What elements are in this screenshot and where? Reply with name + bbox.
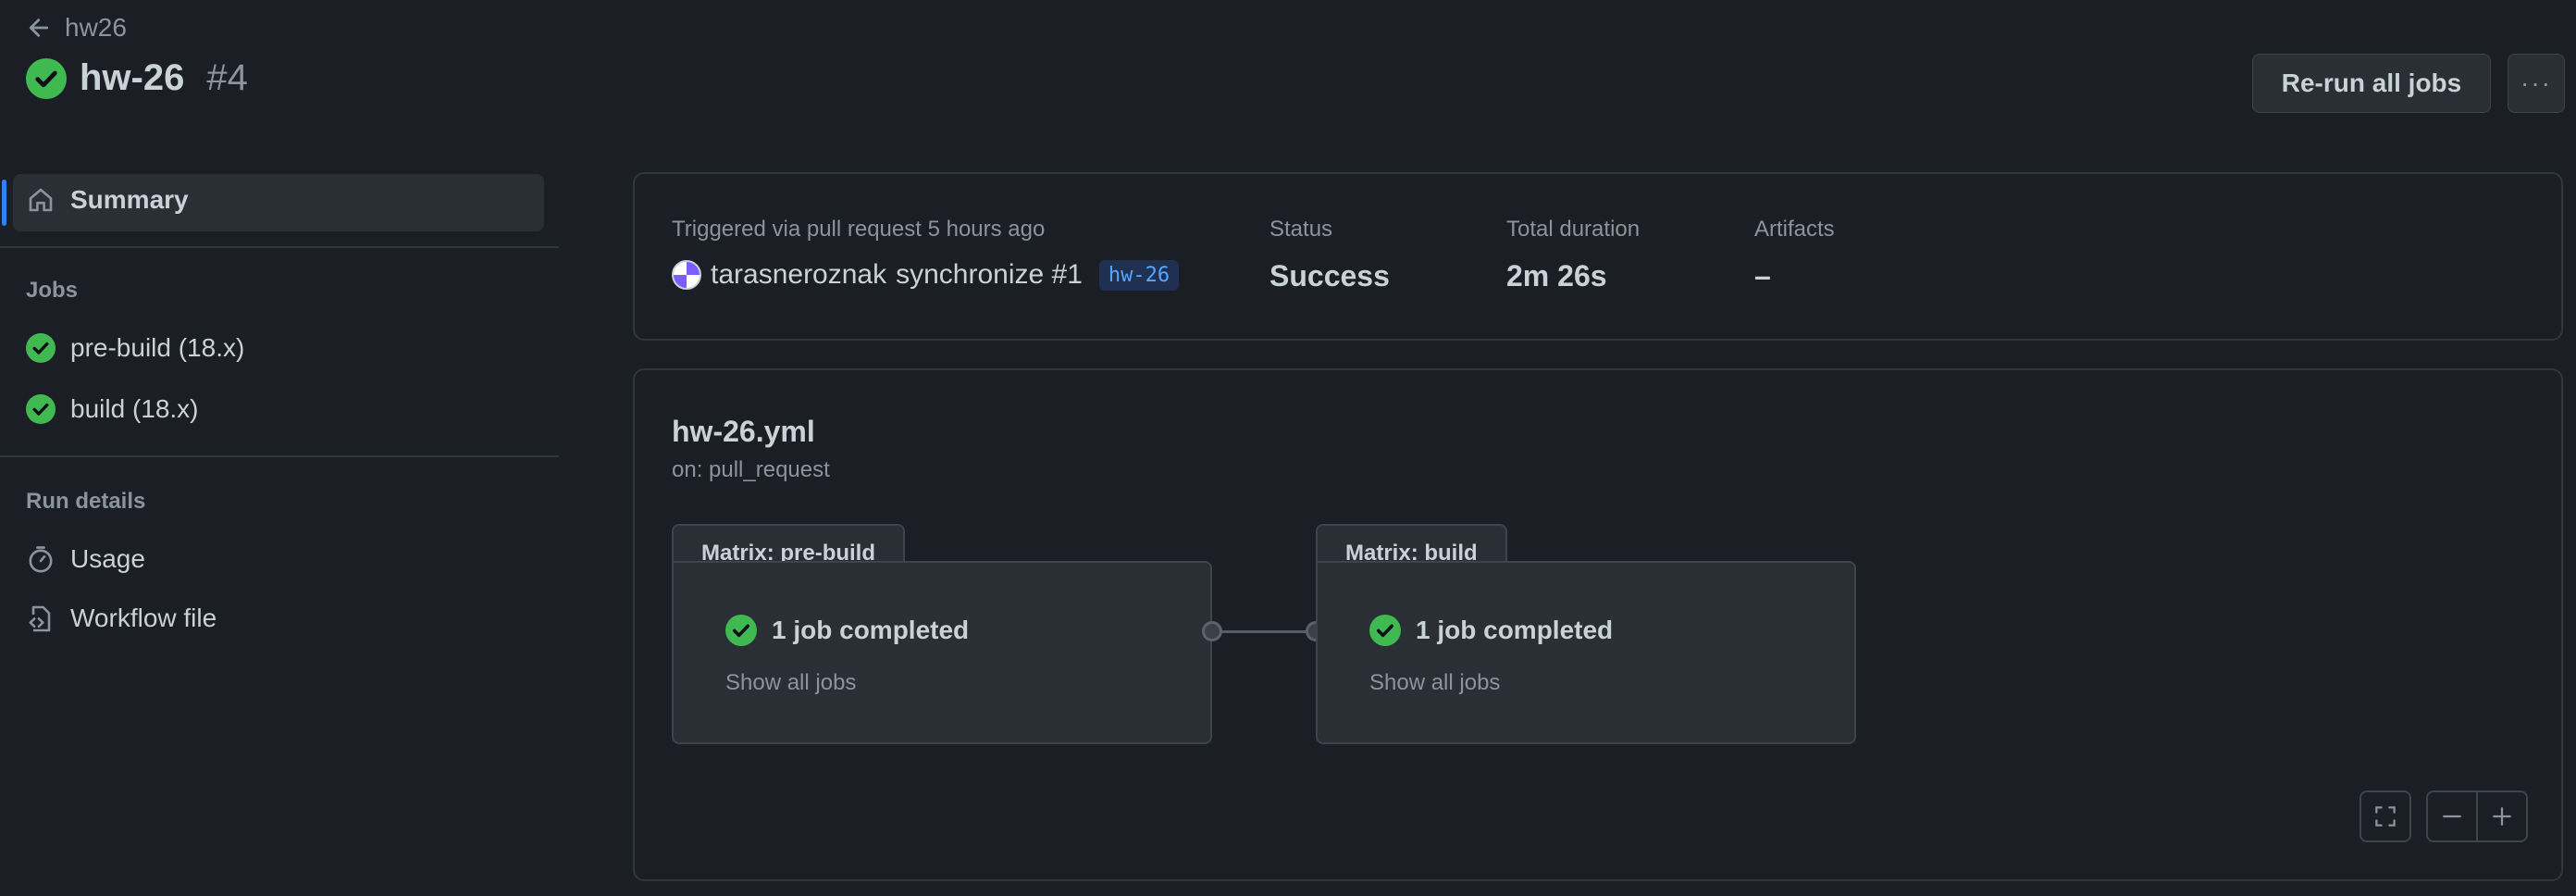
- stopwatch-icon: [29, 546, 53, 573]
- check-circle-icon: [725, 615, 757, 646]
- sidebar-divider: [0, 246, 559, 248]
- trigger-details: tarasneroznak synchronize #1 hw-26: [672, 259, 1180, 291]
- matrix-box-build[interactable]: [1316, 561, 1856, 744]
- avatar[interactable]: [672, 260, 701, 290]
- matrix-box-prebuild[interactable]: [672, 561, 1212, 744]
- duration-value: 2m 26s: [1506, 259, 1607, 292]
- sidebar-summary-label: Summary: [70, 185, 189, 214]
- rerun-all-jobs-button[interactable]: Re-run all jobs: [2252, 54, 2491, 113]
- sidebar-item-job-build[interactable]: build (18.x): [26, 394, 199, 424]
- branch-tag[interactable]: hw-26: [1098, 259, 1180, 291]
- matrix-status-text: 1 job completed: [1416, 616, 1614, 644]
- status-label: Status: [1269, 217, 1333, 242]
- file-code-icon: [29, 605, 51, 632]
- sidebar-item-usage[interactable]: Usage: [26, 544, 145, 574]
- job-label: build (18.x): [70, 394, 199, 423]
- workflow-file-name[interactable]: hw-26.yml: [672, 415, 815, 449]
- sidebar-summary-content[interactable]: Summary: [26, 185, 189, 215]
- duration-label: Total duration: [1506, 217, 1641, 242]
- run-number: #4: [206, 57, 248, 98]
- sidebar-item-job-prebuild[interactable]: pre-build (18.x): [26, 333, 244, 363]
- active-marker: [2, 180, 6, 226]
- jobs-heading: Jobs: [26, 278, 79, 303]
- show-all-jobs-link[interactable]: Show all jobs: [1369, 670, 1500, 696]
- minus-icon: [2443, 815, 2461, 818]
- arrow-left-icon: [29, 19, 49, 37]
- check-circle-icon: [26, 57, 67, 99]
- zoom-in-button[interactable]: [2476, 790, 2528, 842]
- run-details-heading: Run details: [26, 489, 146, 514]
- check-circle-icon: [26, 394, 56, 424]
- fullscreen-button[interactable]: [2359, 790, 2411, 842]
- workflow-trigger: on: pull_request: [672, 457, 830, 482]
- home-icon: [29, 188, 53, 212]
- workflow-file-label: Workflow file: [70, 604, 217, 632]
- actor-name[interactable]: tarasneroznak: [711, 259, 886, 291]
- status-value: Success: [1269, 259, 1390, 292]
- artifacts-value: –: [1754, 259, 1771, 292]
- back-link-label: hw26: [65, 13, 127, 42]
- plus-icon: [2493, 807, 2511, 826]
- zoom-out-button[interactable]: [2426, 790, 2478, 842]
- fullscreen-icon: [2375, 806, 2396, 827]
- run-summary-card: [633, 172, 2563, 341]
- more-options-button[interactable]: ···: [2508, 54, 2565, 113]
- matrix-status-text: 1 job completed: [772, 616, 970, 644]
- trigger-text: Triggered via pull request 5 hours ago: [672, 217, 1046, 242]
- show-all-jobs-link[interactable]: Show all jobs: [725, 670, 856, 696]
- run-title: hw-26: [80, 57, 185, 98]
- sidebar-divider: [0, 455, 559, 457]
- check-circle-icon: [26, 333, 56, 363]
- sidebar-item-workflow-file[interactable]: Workflow file: [26, 604, 217, 633]
- matrix-status-prebuild[interactable]: 1 job completed: [725, 615, 969, 646]
- matrix-tab-prebuild: Matrix: pre-build: [672, 524, 906, 566]
- page-title: hw-26 #4: [26, 57, 248, 99]
- back-link[interactable]: hw26: [26, 13, 127, 43]
- job-label: pre-build (18.x): [70, 333, 245, 362]
- matrix-status-build[interactable]: 1 job completed: [1369, 615, 1613, 646]
- artifacts-label: Artifacts: [1754, 217, 1835, 242]
- matrix-tab-build: Matrix: build: [1316, 524, 1507, 566]
- event-text[interactable]: synchronize #1: [896, 259, 1083, 291]
- usage-label: Usage: [70, 544, 145, 573]
- graph-connector: [1212, 630, 1316, 633]
- check-circle-icon: [1369, 615, 1401, 646]
- connector-dot: [1202, 621, 1222, 641]
